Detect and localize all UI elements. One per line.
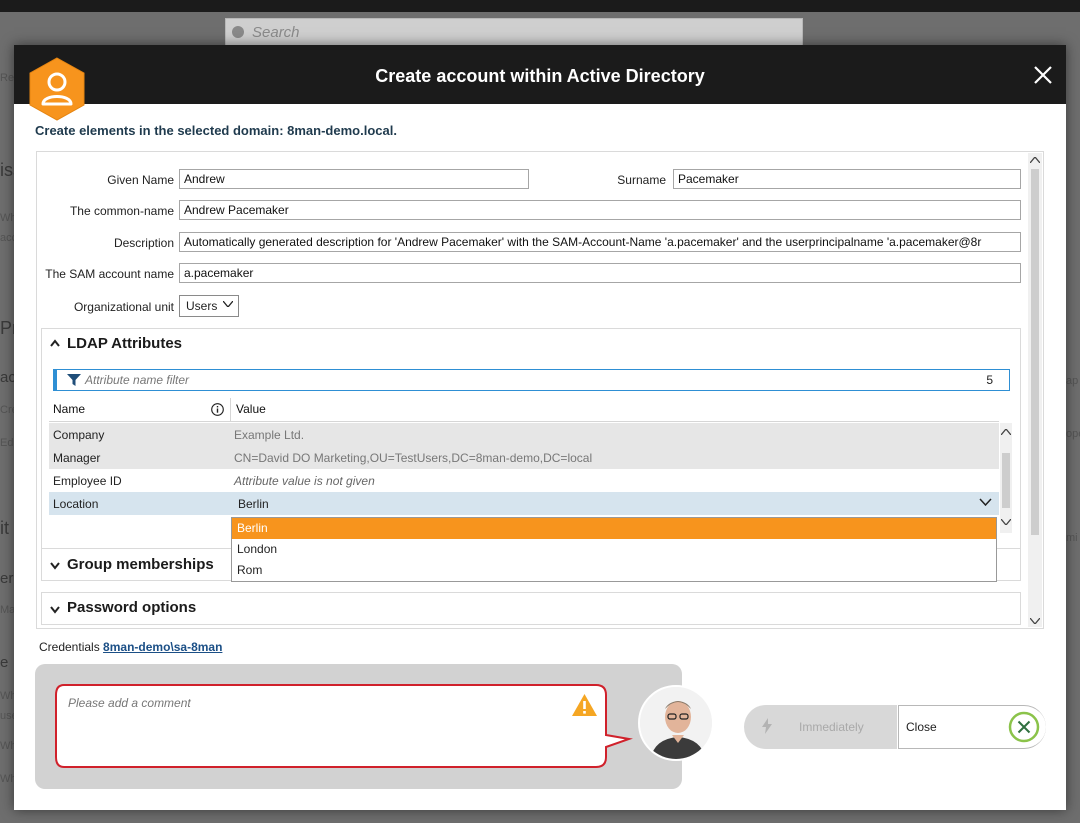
credentials-line: Credentials 8man-demo\sa-8man xyxy=(39,640,222,654)
lightning-icon xyxy=(762,718,772,734)
immediately-button[interactable]: Immediately xyxy=(744,705,897,749)
password-options-header[interactable]: Password options xyxy=(67,599,196,616)
attribute-name: Manager xyxy=(53,451,101,465)
dialog-subtitle: Create elements in the selected domain: … xyxy=(35,123,397,138)
background-text-fragment: it xyxy=(0,518,9,538)
organizational-unit-select[interactable]: Users xyxy=(179,295,239,317)
warning-icon xyxy=(572,694,597,716)
grid-header-name[interactable]: Name xyxy=(53,402,85,416)
background-search-placeholder: Search xyxy=(252,24,300,41)
background-text-fragment: Ma xyxy=(0,604,16,616)
attribute-name: Employee ID xyxy=(53,474,122,488)
avatar xyxy=(638,685,714,761)
scroll-up-icon[interactable] xyxy=(1001,429,1011,435)
user-photo-icon xyxy=(640,687,712,759)
close-label: Close xyxy=(906,720,937,734)
sam-account-input[interactable]: a.pacemaker xyxy=(179,263,1021,283)
chevron-up-icon[interactable] xyxy=(50,339,60,347)
organizational-unit-label: Organizational unit xyxy=(73,300,174,314)
group-memberships-header[interactable]: Group memberships xyxy=(67,556,214,573)
table-row[interactable]: Employee ID Attribute value is not given xyxy=(49,469,999,492)
dialog-titlebar: Create account within Active Directory xyxy=(14,45,1066,104)
chevron-down-icon[interactable] xyxy=(50,562,60,570)
surname-label: Surname xyxy=(617,173,666,187)
attribute-name: Location xyxy=(53,497,99,511)
dropdown-option[interactable]: London xyxy=(232,539,996,560)
dialog-title: Create account within Active Directory xyxy=(375,66,705,86)
background-text-fragment: mi xyxy=(1066,532,1078,544)
background-text-fragment: ope xyxy=(1066,428,1080,440)
dropdown-option-selected[interactable]: Berlin xyxy=(232,518,996,539)
attribute-name: Company xyxy=(53,428,105,442)
close-button[interactable]: Close xyxy=(898,705,1046,749)
form-scrollbar-thumb[interactable] xyxy=(1031,169,1039,535)
grid-header-value[interactable]: Value xyxy=(236,402,266,416)
given-name-input[interactable]: Andrew xyxy=(179,169,529,189)
table-row[interactable]: Manager CN=David DO Marketing,OU=TestUse… xyxy=(49,446,999,469)
ldap-attributes-header[interactable]: LDAP Attributes xyxy=(67,335,182,352)
attribute-value: Example Ltd. xyxy=(234,428,305,442)
user-hexagon-icon xyxy=(29,57,85,121)
common-name-label: The common-name xyxy=(69,204,174,218)
description-input[interactable]: Automatically generated description for … xyxy=(179,232,1021,252)
location-dropdown-list: Berlin London Rom xyxy=(231,517,997,582)
info-icon xyxy=(211,403,224,416)
scroll-down-icon[interactable] xyxy=(1001,519,1011,525)
given-name-label: Given Name xyxy=(107,173,174,187)
table-row-selected[interactable]: Location Berlin xyxy=(49,492,999,515)
sam-account-label: The SAM account name xyxy=(45,267,174,281)
create-account-dialog: Create account within Active Directory C… xyxy=(14,45,1066,810)
grid-column-divider xyxy=(230,398,231,421)
close-circle-icon xyxy=(1008,711,1040,743)
globe-icon xyxy=(232,26,244,38)
attribute-filter-count: 5 xyxy=(986,373,993,387)
background-text-fragment: er xyxy=(0,570,14,587)
immediately-label: Immediately xyxy=(799,720,864,734)
chevron-down-icon xyxy=(223,301,233,307)
attribute-value[interactable]: Berlin xyxy=(238,497,269,511)
scroll-down-icon[interactable] xyxy=(1030,618,1040,624)
attribute-value: Attribute value is not given xyxy=(234,474,375,488)
credentials-label: Credentials xyxy=(39,640,100,654)
attribute-filter-placeholder: Attribute name filter xyxy=(85,373,190,387)
attribute-value: CN=David DO Marketing,OU=TestUsers,DC=8m… xyxy=(234,451,593,465)
chevron-down-icon[interactable] xyxy=(979,498,992,506)
scroll-up-icon[interactable] xyxy=(1030,157,1040,163)
dropdown-option[interactable]: Rom xyxy=(232,560,996,581)
background-text-fragment: ap xyxy=(1066,375,1079,387)
filter-icon xyxy=(67,374,81,386)
password-options-section: Password options xyxy=(41,592,1021,625)
common-name-input[interactable]: Andrew Pacemaker xyxy=(179,200,1021,220)
comment-placeholder: Please add a comment xyxy=(68,696,191,710)
credentials-link[interactable]: 8man-demo\sa-8man xyxy=(103,640,222,654)
organizational-unit-value: Users xyxy=(186,299,218,313)
surname-input[interactable]: Pacemaker xyxy=(673,169,1021,189)
background-search-input: Search xyxy=(225,18,803,46)
chevron-down-icon[interactable] xyxy=(50,606,60,614)
table-row[interactable]: Company Example Ltd. xyxy=(49,423,999,446)
attribute-filter-input[interactable]: Attribute name filter 5 xyxy=(53,369,1010,391)
grid-scrollbar-thumb[interactable] xyxy=(1002,453,1010,508)
close-icon[interactable] xyxy=(1030,62,1056,88)
background-text-fragment: e xyxy=(0,654,9,671)
background-topbar xyxy=(0,0,1080,12)
grid-header: Name Value xyxy=(49,398,999,422)
description-label: Description xyxy=(113,236,174,250)
